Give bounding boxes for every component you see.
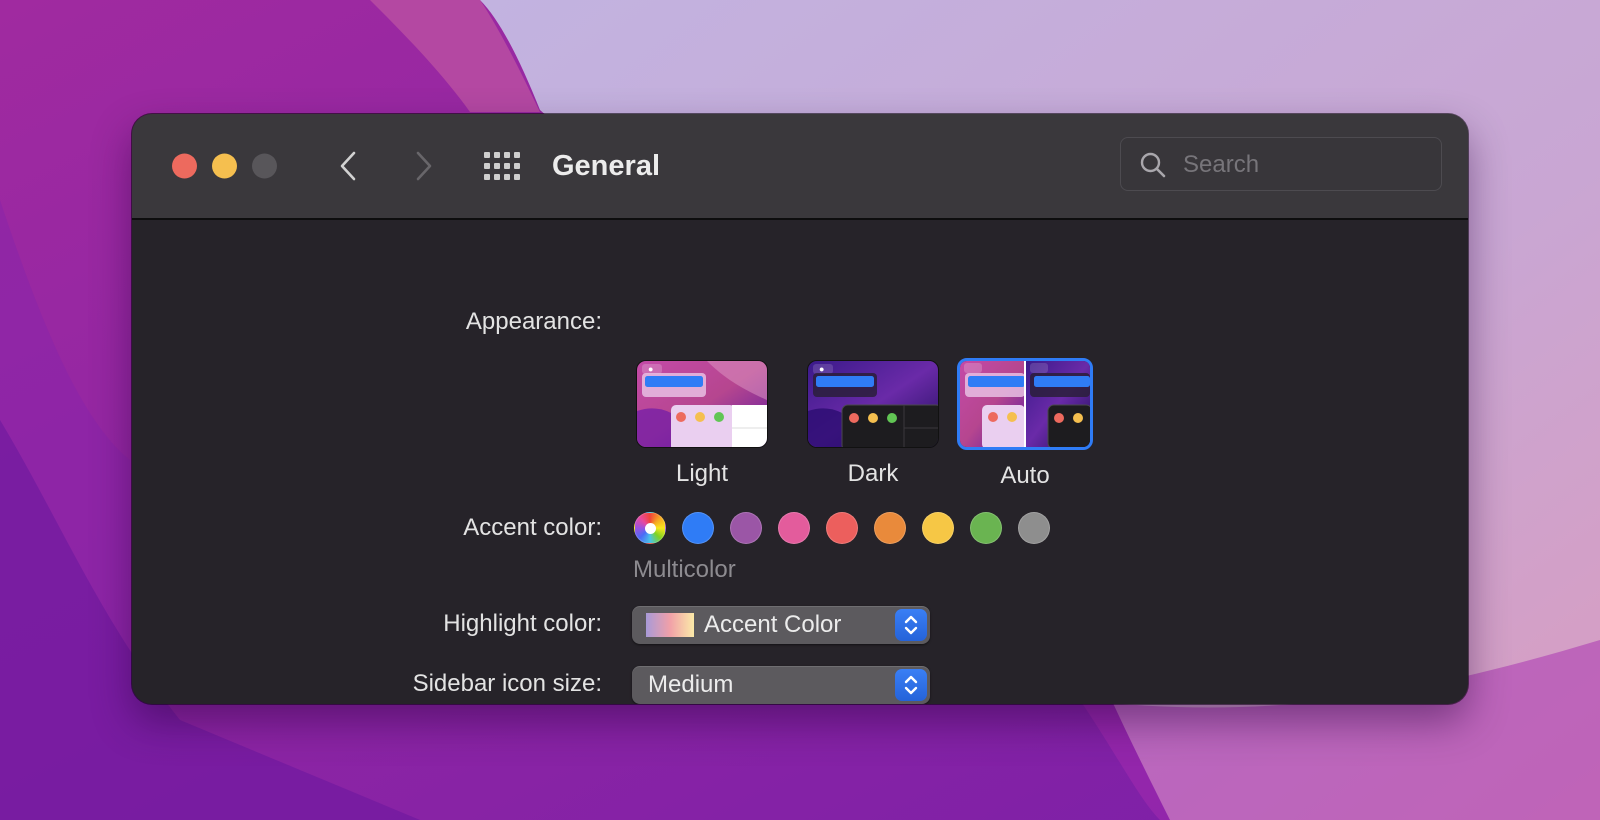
- svg-text:●: ●: [819, 364, 824, 374]
- accent-swatch-purple[interactable]: [730, 512, 762, 544]
- close-button[interactable]: [172, 153, 197, 179]
- search-field[interactable]: [1120, 137, 1442, 192]
- chevron-right-icon: [416, 151, 432, 181]
- sidebar-icon-size-label: Sidebar icon size:: [412, 670, 602, 697]
- sidebar-icon-size-value: Medium: [648, 671, 734, 698]
- accent-swatch-pink[interactable]: [778, 512, 810, 544]
- minimize-button[interactable]: [212, 153, 237, 179]
- highlight-color-popup[interactable]: Accent Color: [632, 606, 930, 644]
- highlight-color-label: Highlight color:: [443, 610, 602, 637]
- appearance-option-label: Light: [675, 460, 729, 487]
- sidebar-icon-size-popup[interactable]: Medium: [632, 666, 930, 704]
- accent-swatch-blue[interactable]: [682, 512, 714, 544]
- title-bar: General: [132, 114, 1468, 220]
- accent-color-label: Accent color:: [463, 514, 602, 541]
- dark-mode-thumbnail: ●: [807, 360, 939, 448]
- highlight-color-chip: [646, 613, 694, 637]
- show-all-button[interactable]: [482, 148, 522, 184]
- search-icon: [1140, 152, 1166, 178]
- search-input[interactable]: [1181, 138, 1425, 192]
- up-down-chevron-icon: [904, 615, 918, 635]
- general-settings-pane: Appearance: ● Light ● Dark Auto Accent c…: [132, 220, 1468, 704]
- chevron-left-icon: [340, 151, 356, 181]
- forward-button[interactable]: [404, 146, 444, 186]
- appearance-option-label: Auto: [1000, 462, 1050, 489]
- appearance-option-dark[interactable]: ● Dark: [805, 360, 941, 488]
- popup-stepper[interactable]: [895, 609, 927, 641]
- up-down-chevron-icon: [904, 675, 918, 695]
- appearance-label: Appearance:: [465, 308, 602, 335]
- accent-swatch-red[interactable]: [826, 512, 858, 544]
- apple-logo-icon: ●: [648, 364, 653, 374]
- appearance-option-label: Dark: [847, 460, 899, 487]
- light-mode-thumbnail: ●: [636, 360, 768, 448]
- appearance-option-auto[interactable]: Auto: [957, 358, 1093, 490]
- system-preferences-window: General Appearance:: [132, 114, 1468, 704]
- accent-swatch-graphite[interactable]: [1018, 512, 1050, 544]
- back-button[interactable]: [328, 146, 368, 186]
- accent-swatch-multicolor[interactable]: [634, 512, 666, 544]
- zoom-button[interactable]: [252, 153, 277, 179]
- appearance-option-light[interactable]: ● Light: [634, 360, 770, 488]
- auto-mode-thumbnail: [957, 358, 1093, 450]
- show-all-grid-icon: [484, 152, 520, 180]
- accent-swatch-orange[interactable]: [874, 512, 906, 544]
- accent-swatch-green[interactable]: [970, 512, 1002, 544]
- accent-swatch-yellow[interactable]: [922, 512, 954, 544]
- window-title: General: [552, 150, 660, 182]
- popup-stepper[interactable]: [895, 669, 927, 701]
- highlight-color-value: Accent Color: [704, 611, 842, 638]
- accent-color-caption: Multicolor: [633, 556, 736, 583]
